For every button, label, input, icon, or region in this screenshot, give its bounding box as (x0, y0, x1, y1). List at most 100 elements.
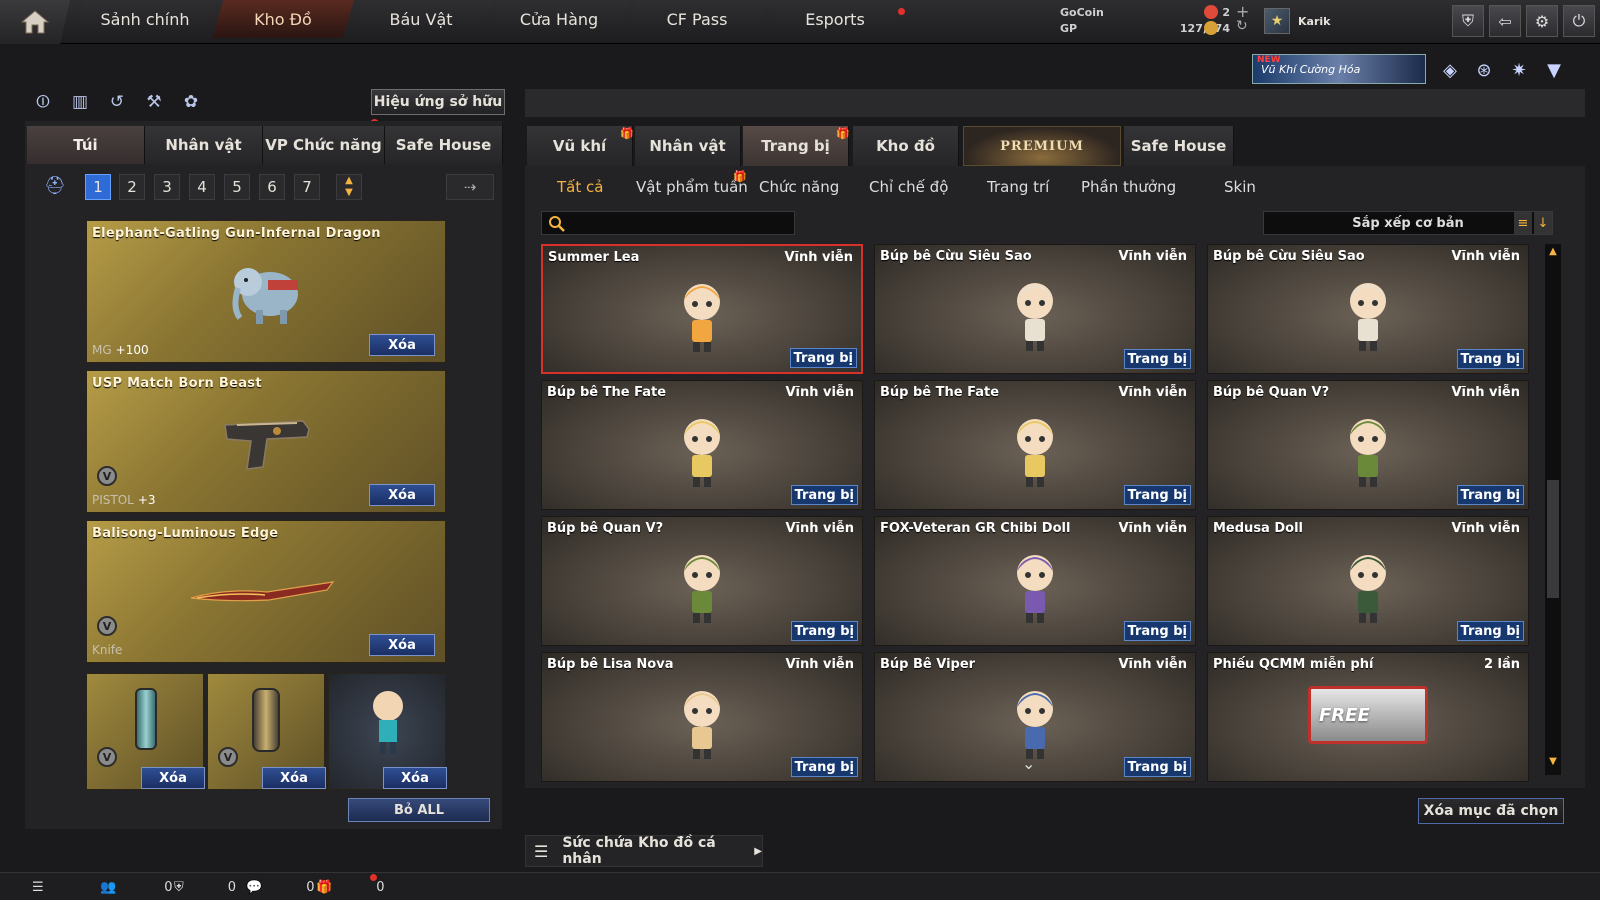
tab-bag[interactable]: Túi (27, 126, 145, 164)
ownership-effect-button[interactable]: Hiệu ứng sở hữu (371, 89, 505, 115)
logout-icon[interactable]: ⇦ (1489, 5, 1521, 37)
item-card[interactable]: Medusa Doll Vĩnh viễn Trang bị (1207, 516, 1529, 646)
bag-icon[interactable]: ✿ (176, 88, 206, 116)
nav-tab-treasure[interactable]: Báu Vật (350, 0, 492, 38)
page-5[interactable]: 5 (224, 174, 250, 200)
delete-button[interactable]: Xóa (369, 334, 435, 356)
item-card[interactable]: FOX-Veteran GR Chibi Doll Vĩnh viễn Trang … (874, 516, 1196, 646)
toggle-off-icon[interactable]: ⏼ (28, 88, 58, 116)
list-view-icon[interactable]: ≡ (1514, 212, 1532, 234)
tab-safe-house[interactable]: Safe House (385, 126, 503, 164)
delete-button[interactable]: Xóa (369, 484, 435, 506)
page-scroll-arrows[interactable]: ▲ ▼ (336, 174, 362, 200)
scroll-up-icon[interactable]: ▲ (1547, 246, 1559, 260)
subtab-weekly[interactable]: Vật phẩm tuần (636, 174, 748, 200)
equip-button[interactable]: Trang bị (1456, 485, 1524, 505)
item-card[interactable]: Búp bê Cừu Siêu Sao Vĩnh viễn Trang bị (1207, 244, 1529, 374)
equip-button[interactable]: Trang bị (790, 757, 858, 777)
search-input[interactable] (541, 211, 795, 235)
page-4[interactable]: 4 (189, 174, 215, 200)
equip-button[interactable]: Trang bị (1123, 485, 1191, 505)
vip-event-icon[interactable]: ◈ (1436, 56, 1464, 84)
nav-tab-esports[interactable]: Esports (764, 0, 906, 38)
item-card[interactable]: Phiếu QCMM miễn phí 2 lần FREE (1207, 652, 1529, 782)
wrench-icon[interactable]: ⚒ (139, 88, 169, 116)
preset-icon[interactable]: ⛑ (44, 176, 68, 198)
item-card[interactable]: Búp bê Cừu Siêu Sao Vĩnh viễn Trang bị (874, 244, 1196, 374)
history-icon[interactable]: ↺ (102, 88, 132, 116)
remove-all-button[interactable]: Bỏ ALL (348, 798, 490, 822)
delete-selected-button[interactable]: Xóa mục đã chọn (1418, 798, 1564, 824)
equipped-weapon-card[interactable]: Balisong-Luminous Edge V Knife Xóa (86, 520, 446, 663)
refresh-icon[interactable]: ↻ (1236, 18, 1248, 34)
event-banner[interactable]: NEW Vũ Khí Cường Hóa (1252, 54, 1426, 84)
tab-characters[interactable]: Nhân vật (635, 126, 741, 166)
equip-button[interactable]: Trang bị (1456, 621, 1524, 641)
power-icon[interactable]: ⏻ (1563, 5, 1595, 37)
profile[interactable]: ★ Karik (1264, 6, 1330, 36)
nav-tab-inventory[interactable]: Kho Đồ (212, 0, 354, 38)
scroll-down-icon[interactable]: ▼ (1547, 756, 1559, 770)
item-card[interactable]: Búp bê The Fate Vĩnh viễn Trang bị (541, 380, 863, 510)
subtab-all[interactable]: Tất cả (557, 174, 603, 200)
item-card[interactable]: Búp bê Quan V? Vĩnh viễn Trang bị (541, 516, 863, 646)
equip-button[interactable]: Trang bị (789, 348, 857, 368)
doll-slot[interactable]: Xóa (328, 673, 447, 790)
page-7[interactable]: 7 (294, 174, 320, 200)
tab-storage[interactable]: Kho đồ (853, 126, 959, 166)
subtab-mode-only[interactable]: Chỉ chế độ (869, 174, 948, 200)
transfer-icon[interactable]: ⇢ (446, 174, 494, 200)
tab-character[interactable]: Nhân vật (145, 126, 263, 164)
page-1[interactable]: 1 (85, 174, 111, 200)
tab-function-items[interactable]: VP Chức năng (263, 126, 385, 164)
stats-icon[interactable]: ▥ (65, 88, 95, 116)
tab-premium[interactable]: PREMIUM (963, 126, 1121, 166)
menu-icon[interactable]: ☰ (32, 876, 44, 898)
delete-button[interactable]: Xóa (369, 634, 435, 656)
globe-event-icon[interactable]: ⊛ (1470, 56, 1498, 84)
shield-icon[interactable]: ⛨ (1452, 5, 1484, 37)
chat-status[interactable]: 💬 0 (246, 876, 314, 898)
sort-order-icon[interactable]: ↓ (1534, 212, 1552, 234)
nav-tab-shop[interactable]: Cửa Hàng (488, 0, 630, 38)
item-card[interactable]: Búp bê Quan V? Vĩnh viễn Trang bị (1207, 380, 1529, 510)
tab-safe-house-right[interactable]: Safe House (1124, 126, 1234, 166)
friends-status[interactable]: 👥 0 (100, 876, 172, 898)
page-3[interactable]: 3 (154, 174, 180, 200)
subtab-rewards[interactable]: Phần thưởng (1081, 174, 1176, 200)
grenade-slot[interactable]: V Xóa (86, 673, 205, 790)
equip-button[interactable]: Trang bị (1123, 349, 1191, 369)
flashbang-slot[interactable]: V Xóa (207, 673, 326, 790)
v-logo-icon[interactable]: ▼ (1540, 56, 1568, 84)
equipped-weapon-card[interactable]: USP Match Born Beast V PISTOL +3 Xóa (86, 370, 446, 513)
subtab-function[interactable]: Chức năng (759, 174, 839, 200)
delete-button[interactable]: Xóa (383, 767, 447, 789)
item-card[interactable]: Búp bê The Fate Vĩnh viễn Trang bị (874, 380, 1196, 510)
gear-icon[interactable]: ⚙ (1526, 5, 1558, 37)
equip-button[interactable]: Trang bị (790, 621, 858, 641)
item-card[interactable]: Summer Lea Vĩnh viễn Trang bị (541, 244, 863, 374)
sparkle-event-icon[interactable]: ✷ (1505, 56, 1533, 84)
home-button[interactable] (0, 0, 70, 44)
item-card[interactable]: Búp bê Lisa Nova Vĩnh viễn Trang bị (541, 652, 863, 782)
nav-tab-lobby[interactable]: Sảnh chính (74, 0, 216, 38)
equip-button[interactable]: Trang bị (1123, 757, 1191, 777)
tab-weapons[interactable]: Vũ khí (527, 126, 633, 166)
tab-equipment[interactable]: Trang bị (743, 126, 849, 166)
equip-button[interactable]: Trang bị (1456, 349, 1524, 369)
scroll-thumb[interactable] (1547, 480, 1559, 598)
nav-tab-cf-pass[interactable]: CF Pass (626, 0, 768, 38)
capacity-bar[interactable]: ☰ Sức chứa Kho đồ cá nhân ▶ (525, 835, 763, 867)
clan-status[interactable]: ⛨ 0 (174, 876, 236, 898)
equipped-weapon-card[interactable]: Elephant-Gatling Gun-Infernal Dragon MG +… (86, 220, 446, 363)
delete-button[interactable]: Xóa (141, 767, 205, 789)
scrollbar[interactable]: ▲ ▼ (1545, 244, 1561, 775)
page-2[interactable]: 2 (119, 174, 145, 200)
delete-button[interactable]: Xóa (262, 767, 326, 789)
subtab-skin[interactable]: Skin (1224, 174, 1256, 200)
page-6[interactable]: 6 (259, 174, 285, 200)
subtab-decoration[interactable]: Trang trí (987, 174, 1049, 200)
sort-dropdown[interactable]: Sắp xếp cơ bản (1263, 211, 1553, 235)
chevron-down-icon[interactable]: ⌄ (1022, 754, 1035, 773)
equip-button[interactable]: Trang bị (1123, 621, 1191, 641)
